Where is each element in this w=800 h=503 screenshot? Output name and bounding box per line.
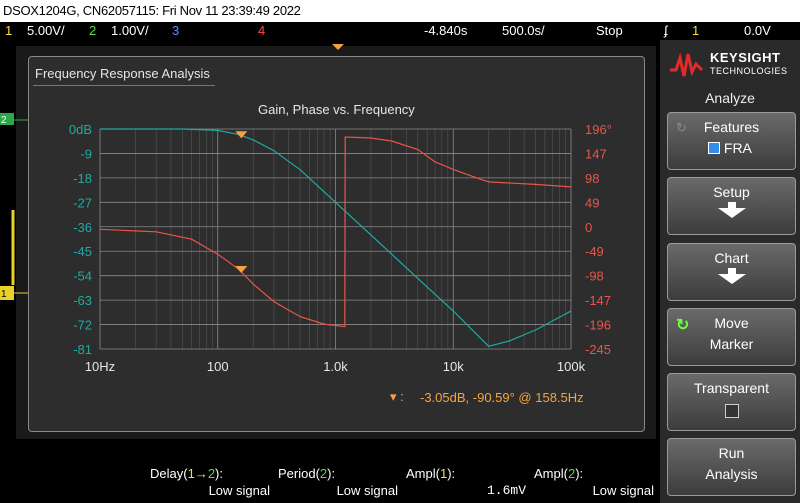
gain-tick-label: -45 xyxy=(73,244,92,259)
phase-tick-label: 0 xyxy=(585,220,592,235)
brand-name: KEYSIGHT xyxy=(710,50,781,65)
trigger-level[interactable]: 0.0V xyxy=(744,23,771,38)
phase-tick-label: 98 xyxy=(585,171,599,186)
measurement-title: Ampl(2): xyxy=(534,466,584,481)
transparent-label: Transparent xyxy=(694,380,769,396)
gain-tick-label: -54 xyxy=(73,269,92,284)
marker-readout: -3.05dB, -90.59° @ 158.5Hz xyxy=(420,390,584,405)
measurement-value: Low signal xyxy=(592,483,654,498)
down-arrow-icon xyxy=(717,202,746,218)
analysis-label: Analysis xyxy=(705,466,758,482)
move-label: Move xyxy=(714,315,749,331)
trigger-edge-icon: ʄ xyxy=(664,23,668,38)
phase-tick-label: 49 xyxy=(585,195,599,210)
measurement-title: Period(2): xyxy=(278,466,336,481)
measurement-value: Low signal xyxy=(208,483,270,498)
measurement-delay[interactable]: Delay(1→2): Low signal xyxy=(146,466,274,502)
gain-tick-label: -18 xyxy=(73,171,92,186)
x-tick-label: 10Hz xyxy=(85,359,115,374)
keysight-logo: KEYSIGHT TECHNOLOGIES xyxy=(668,44,794,84)
phase-tick-label: -147 xyxy=(585,293,611,308)
keysight-wave-icon xyxy=(670,52,704,77)
measurement-value: 1.6mV xyxy=(486,483,526,498)
fra-label: FRA xyxy=(723,140,752,156)
transparent-checkbox-icon xyxy=(725,404,739,418)
fra-chart[interactable]: 0dB -9 -18 -27 -36 -45 -54 -63 -72 -81 196° 147 98 49… xyxy=(0,0,660,430)
setup-button[interactable]: Setup xyxy=(667,177,796,235)
chart-button[interactable]: Chart xyxy=(667,243,796,301)
transparent-button[interactable]: Transparent xyxy=(667,373,796,431)
x-tick-label: 100k xyxy=(557,359,586,374)
features-label: Features xyxy=(703,119,760,135)
run-analysis-button[interactable]: Run Analysis xyxy=(667,438,796,496)
fra-checkbox-icon xyxy=(708,142,720,154)
phase-tick-label: -98 xyxy=(585,269,604,284)
marker-label: Marker xyxy=(709,336,754,352)
gain-tick-label: 0dB xyxy=(69,122,92,137)
gain-tick-label: -27 xyxy=(73,195,92,210)
trigger-source[interactable]: 1 xyxy=(692,23,699,38)
measurement-title: Ampl(1): xyxy=(406,466,456,481)
x-tick-label: 10k xyxy=(443,359,464,374)
phase-tick-label: -49 xyxy=(585,244,604,259)
x-tick-label: 100 xyxy=(207,359,229,374)
gain-tick-label: -81 xyxy=(73,342,92,357)
measurement-value: Low signal xyxy=(336,483,398,498)
gain-tick-label: -9 xyxy=(80,146,92,161)
move-marker-button[interactable]: ↻ Move Marker xyxy=(667,308,796,366)
marker-readout-icon: ▾ : xyxy=(390,389,404,404)
down-arrow-icon xyxy=(717,268,746,284)
x-tick-label: 1.0k xyxy=(323,359,348,374)
features-button[interactable]: ↻ Features FRA xyxy=(667,112,796,170)
phase-marker xyxy=(235,265,248,273)
brand-sub: TECHNOLOGIES xyxy=(710,66,788,76)
measurement-period[interactable]: Period(2): Low signal xyxy=(274,466,402,502)
phase-tick-label: -196 xyxy=(585,318,611,333)
chart-label: Chart xyxy=(714,250,749,266)
gain-tick-label: -36 xyxy=(73,220,92,235)
gain-tick-label: -72 xyxy=(73,318,92,333)
setup-label: Setup xyxy=(713,184,750,200)
phase-tick-label: -245 xyxy=(585,342,611,357)
gain-tick-label: -63 xyxy=(73,293,92,308)
fra-option: FRA xyxy=(708,140,752,156)
menu-header: Analyze xyxy=(705,90,755,106)
measurement-ampl2[interactable]: Ampl(2): Low signal xyxy=(530,466,658,502)
run-label: Run xyxy=(718,445,745,461)
measurement-ampl1[interactable]: Ampl(1): 1.6mV xyxy=(402,466,530,502)
measurement-title: Delay(1→2): xyxy=(150,466,223,481)
phase-tick-label: 196° xyxy=(585,122,612,137)
phase-tick-label: 147 xyxy=(585,146,607,161)
